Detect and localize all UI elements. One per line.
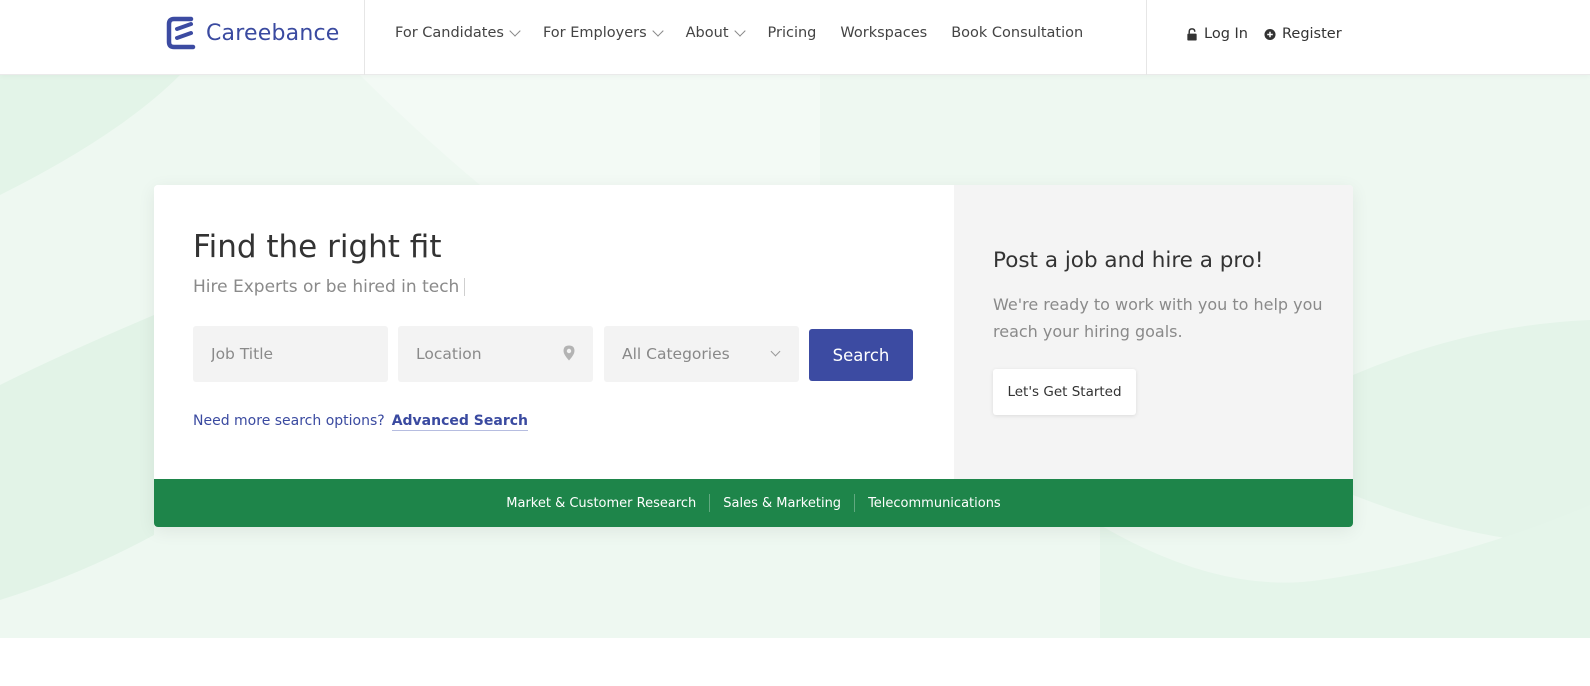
site-header: Careebance For Candidates For Employers … (0, 0, 1590, 75)
nav-item-for-candidates[interactable]: For Candidates (395, 25, 521, 41)
job-title-field[interactable] (193, 326, 388, 382)
brand-name: Careebance (206, 20, 340, 46)
careebance-logo-icon (166, 16, 196, 50)
brand-logo[interactable]: Careebance (166, 16, 340, 50)
category-bar: Market & Customer Research Sales & Marke… (154, 479, 1353, 527)
register-link[interactable]: Register (1264, 26, 1342, 42)
map-pin-icon (563, 345, 575, 361)
chevron-down-icon (509, 25, 521, 37)
post-job-description: We're ready to work with you to help you… (993, 295, 1323, 341)
nav-item-pricing[interactable]: Pricing (768, 25, 817, 41)
nav-label: Workspaces (840, 25, 928, 41)
category-select[interactable]: All Categories (604, 326, 799, 382)
nav-label: For Candidates (395, 25, 504, 41)
nav-label: About (685, 25, 729, 41)
advanced-search-link[interactable]: Advanced Search (391, 413, 528, 431)
post-job-title: Post a job and hire a pro! (993, 248, 1264, 273)
nav-label: For Employers (542, 25, 647, 41)
register-label: Register (1281, 26, 1342, 42)
nav-item-for-employers[interactable]: For Employers (542, 25, 664, 41)
get-started-button[interactable]: Let's Get Started (993, 369, 1136, 415)
nav-label: Pricing (767, 25, 817, 41)
job-title-input[interactable] (211, 345, 351, 363)
nav-label: Book Consultation (951, 25, 1084, 41)
main-nav: For Candidates For Employers About Prici… (395, 0, 1083, 66)
lock-icon (1187, 27, 1197, 41)
hero-subtitle: Hire Experts or be hired in tech (193, 277, 466, 297)
hero-subtitle-text: Hire Experts or be hired in tech (193, 277, 460, 297)
nav-item-book-consultation[interactable]: Book Consultation (951, 25, 1083, 41)
hero-title: Find the right fit (193, 229, 442, 265)
chevron-down-icon (733, 25, 746, 37)
location-input[interactable] (416, 345, 556, 363)
header-divider (364, 0, 365, 75)
more-options-text: Need more search options? (193, 413, 385, 429)
auth-links: Log In Register (1186, 0, 1342, 68)
chevron-down-icon (770, 346, 781, 357)
location-field[interactable] (398, 326, 593, 382)
typing-caret (464, 278, 466, 296)
login-link[interactable]: Log In (1186, 26, 1248, 42)
category-selected-value: All Categories (622, 345, 730, 363)
nav-item-workspaces[interactable]: Workspaces (840, 25, 927, 41)
chevron-down-icon (651, 25, 664, 37)
nav-item-about[interactable]: About (685, 25, 746, 41)
header-divider (1146, 0, 1147, 75)
plus-circle-icon (1264, 28, 1276, 40)
login-label: Log In (1204, 26, 1248, 42)
advanced-search-row: Need more search options? Advanced Searc… (193, 413, 528, 431)
search-button[interactable]: Search (809, 329, 913, 381)
category-link-market-research[interactable]: Market & Customer Research (493, 496, 709, 511)
category-link-sales-marketing[interactable]: Sales & Marketing (710, 496, 854, 511)
category-link-telecommunications[interactable]: Telecommunications (855, 496, 1014, 511)
search-panel: Find the right fit Hire Experts or be hi… (154, 185, 954, 479)
post-job-panel: Post a job and hire a pro! We're ready t… (954, 185, 1353, 479)
search-card: Find the right fit Hire Experts or be hi… (154, 185, 1353, 527)
